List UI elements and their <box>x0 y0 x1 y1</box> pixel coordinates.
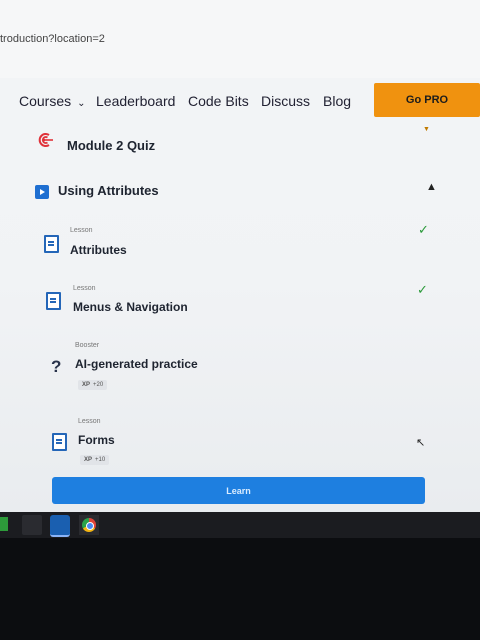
target-icon <box>38 133 53 147</box>
nav-leaderboard[interactable]: Leaderboard <box>96 93 175 109</box>
lesson-title[interactable]: Attributes <box>70 243 127 257</box>
taskbar <box>0 512 480 538</box>
xp-label: XP <box>82 382 91 388</box>
url-text[interactable]: troduction?location=2 <box>0 33 105 45</box>
document-icon <box>44 235 59 253</box>
lesson-type: Lesson <box>78 418 101 425</box>
nav-code-bits[interactable]: Code Bits <box>188 93 249 109</box>
lesson-title[interactable]: Forms <box>78 433 115 447</box>
chevron-down-icon: ⌄ <box>77 98 86 109</box>
xp-badge: XP +10 <box>80 455 110 465</box>
nav-courses[interactable]: Courses ⌄ <box>19 93 86 109</box>
caret-down-icon: ▼ <box>423 126 430 133</box>
taskbar-app-icon[interactable] <box>0 517 8 531</box>
lesson-title[interactable]: Menus & Navigation <box>73 300 188 314</box>
xp-badge: XP +20 <box>78 380 108 390</box>
lesson-type: Lesson <box>70 227 93 234</box>
screen: troduction?location=2 Courses ⌄ Leaderboa… <box>0 0 480 512</box>
lesson-type: Lesson <box>73 285 96 292</box>
vscode-icon[interactable] <box>50 515 70 537</box>
xp-value: +20 <box>93 382 104 388</box>
lesson-title[interactable]: AI-generated practice <box>75 357 198 371</box>
chrome-icon[interactable] <box>79 515 99 535</box>
address-bar[interactable]: troduction?location=2 <box>0 0 480 78</box>
document-icon <box>46 292 61 310</box>
learn-button[interactable]: Learn <box>52 477 425 504</box>
nav-courses-label: Courses <box>19 93 72 109</box>
check-icon: ✓ <box>418 222 429 237</box>
lesson-type: Booster <box>75 342 100 349</box>
document-icon <box>52 433 67 451</box>
mouse-cursor-icon: ↖ <box>416 437 426 449</box>
nav-discuss[interactable]: Discuss <box>261 93 310 109</box>
xp-value: +10 <box>95 457 106 463</box>
go-pro-button[interactable]: Go PRO <box>374 83 480 117</box>
store-icon[interactable] <box>22 515 42 535</box>
module-quiz-title[interactable]: Module 2 Quiz <box>67 138 155 153</box>
play-icon <box>35 185 49 199</box>
chevron-up-icon[interactable]: ▲ <box>426 181 437 193</box>
section-title[interactable]: Using Attributes <box>58 183 159 198</box>
question-icon: ? <box>51 357 62 376</box>
xp-label: XP <box>84 457 93 463</box>
nav-blog[interactable]: Blog <box>323 93 351 109</box>
check-icon: ✓ <box>417 282 428 297</box>
